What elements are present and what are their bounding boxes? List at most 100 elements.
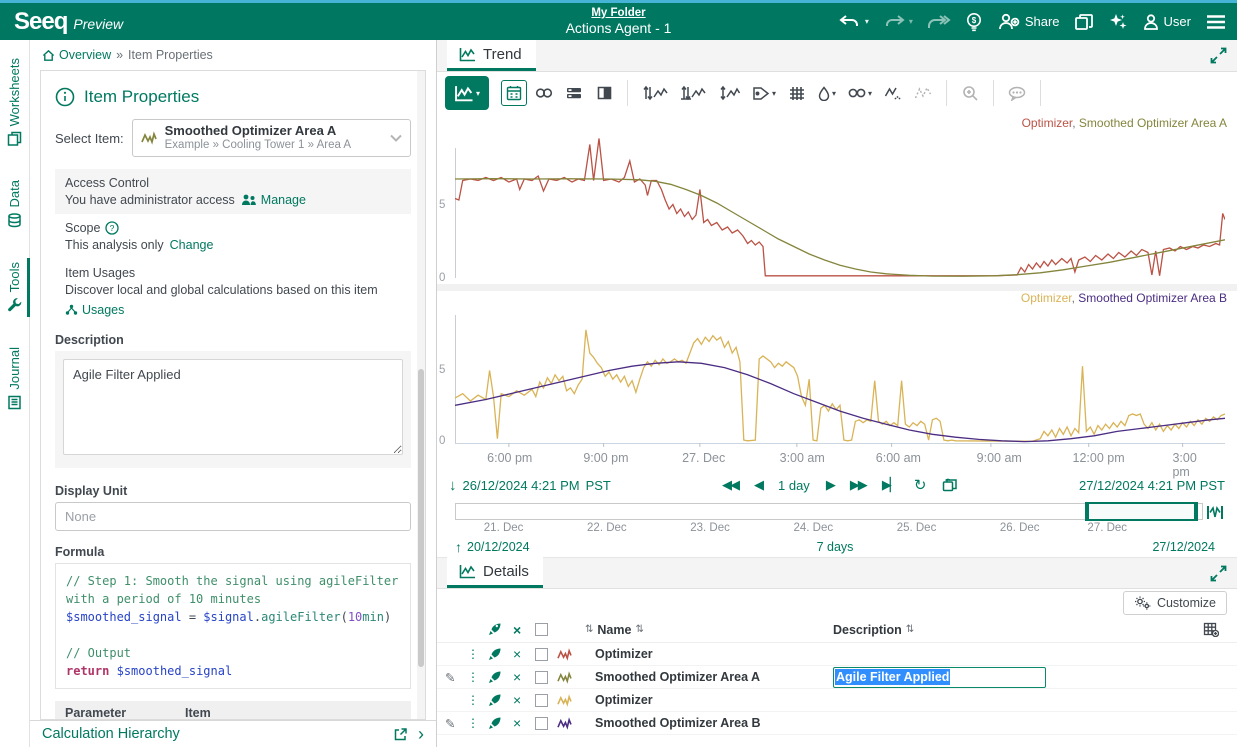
description-edit-input[interactable]: Agile Filter Applied (833, 667, 1046, 688)
name-column-header[interactable]: ⇅ Name ⇅ (581, 623, 648, 637)
table-row[interactable]: ✎ ⋮ × Smoothed Optimizer Area B (437, 712, 1237, 735)
remove-row-icon[interactable]: × (513, 692, 521, 708)
description-textarea[interactable]: Agile Filter Applied (63, 359, 403, 455)
row-menu-icon[interactable]: ⋮ (467, 670, 479, 684)
usages-link[interactable]: Usages (65, 303, 124, 317)
windows-icon[interactable] (1074, 13, 1094, 31)
scope-change-link[interactable]: Change (170, 238, 214, 252)
step-back-fast-button[interactable]: ◀◀ (722, 477, 738, 493)
display-unit-input[interactable] (55, 502, 411, 531)
description-column-header[interactable]: Description ⇅ (833, 623, 918, 637)
send-signal-icon[interactable] (487, 693, 502, 708)
row-menu-icon[interactable]: ⋮ (467, 647, 479, 661)
row-name[interactable]: Optimizer (595, 647, 653, 661)
trend-lane-1[interactable]: Optimizer, Smoothed Optimizer Area A 5 0 (437, 114, 1237, 284)
lane1-plot[interactable] (455, 128, 1225, 283)
seeq-logo[interactable]: Seeq Preview (14, 8, 123, 36)
sort-icon[interactable]: ⇅ (635, 624, 643, 635)
row-menu-icon[interactable]: ⋮ (467, 693, 479, 707)
labels-icon[interactable]: ▾ (748, 80, 780, 106)
open-external-icon[interactable] (393, 727, 408, 742)
forward-icon[interactable] (927, 14, 951, 30)
send-signal-icon[interactable] (487, 670, 502, 685)
legend-item[interactable]: Optimizer (1021, 291, 1072, 305)
expand-hierarchy-chevron[interactable]: › (418, 724, 424, 745)
row-checkbox[interactable] (535, 671, 548, 684)
manage-access-link[interactable]: Manage (241, 193, 306, 207)
hamburger-icon[interactable] (1205, 14, 1227, 30)
help-icon[interactable]: ? (105, 221, 119, 235)
row-name[interactable]: Smoothed Optimizer Area B (595, 716, 761, 730)
sparkles-icon[interactable] (1108, 12, 1128, 32)
scrubber-selection[interactable] (1085, 502, 1198, 521)
remove-all-icon[interactable]: × (513, 622, 521, 638)
trend-type-button[interactable]: ▾ (445, 76, 489, 110)
investigate-up-icon[interactable]: ↑ (455, 539, 462, 555)
breadcrumb-folder-link[interactable]: My Folder (591, 7, 645, 19)
remove-row-icon[interactable]: × (513, 715, 521, 731)
legend-item[interactable]: Smoothed Optimizer Area B (1078, 291, 1227, 305)
range-start[interactable]: 26/12/2024 4:21 PM (463, 478, 580, 493)
range-end-tz[interactable]: PST (1200, 478, 1225, 493)
scrubber-end-date[interactable]: 27/12/2024 (1152, 540, 1215, 554)
refresh-icon[interactable]: ↻ (914, 476, 927, 494)
fit-selection-icon[interactable] (1206, 504, 1224, 521)
lightbulb-dollar-icon[interactable]: $ (965, 12, 983, 32)
expand-details-icon[interactable] (1210, 565, 1227, 582)
step-back-button[interactable]: ◀ (754, 477, 762, 493)
send-signal-icon[interactable] (487, 622, 502, 637)
y-axis-one-lane-icon[interactable] (676, 80, 710, 106)
scrubber-track[interactable] (455, 503, 1203, 520)
sidebar-item-data[interactable]: Data (0, 176, 30, 231)
zoom-in-icon[interactable] (957, 80, 983, 106)
edit-pencil-icon[interactable]: ✎ (445, 716, 459, 731)
step-forward-button[interactable]: ▶ (826, 477, 834, 493)
row-name[interactable]: Smoothed Optimizer Area A (595, 670, 760, 684)
cursors-icon[interactable]: ▾ (844, 80, 876, 106)
send-signal-icon[interactable] (487, 647, 502, 662)
customize-button[interactable]: Customize (1123, 591, 1227, 615)
compare-icon[interactable] (591, 80, 617, 106)
redo-icon[interactable]: ▾ (883, 14, 913, 30)
row-checkbox[interactable] (535, 717, 548, 730)
select-all-checkbox[interactable] (535, 623, 548, 636)
row-name[interactable]: Optimizer (595, 693, 653, 707)
legend-item[interactable]: Smoothed Optimizer Area A (1079, 116, 1227, 130)
samples-icon[interactable] (880, 80, 906, 106)
calculation-hierarchy-bar[interactable]: Calculation Hierarchy › (30, 720, 436, 747)
undo-icon[interactable]: ▾ (839, 14, 869, 30)
chain-icon[interactable] (531, 80, 557, 106)
y-axis-zoom-icon[interactable] (714, 80, 744, 106)
spikecatcher-icon[interactable] (910, 80, 936, 106)
table-row[interactable]: ⋮ × Optimizer (437, 689, 1237, 712)
tab-details[interactable]: Details (447, 557, 543, 588)
gridlines-icon[interactable] (784, 80, 810, 106)
legend-item[interactable]: Optimizer (1022, 116, 1073, 130)
send-signal-icon[interactable] (487, 716, 502, 731)
time-axis[interactable]: 6:00 pm 9:00 pm 27. Dec 3:00 am 6:00 am … (455, 447, 1237, 471)
table-row[interactable]: ✎ ⋮ × Smoothed Optimizer Area A Agile Fi… (437, 666, 1237, 689)
dimming-icon[interactable]: ▾ (814, 80, 840, 106)
expand-trend-icon[interactable] (1210, 47, 1227, 64)
row-checkbox[interactable] (535, 694, 548, 707)
redo-caret-icon[interactable]: ▾ (909, 17, 913, 26)
row-menu-icon[interactable]: ⋮ (467, 716, 479, 730)
capsule-time-icon[interactable] (501, 80, 527, 106)
formula-editor[interactable]: // Step 1: Smooth the signal using agile… (55, 563, 411, 689)
step-forward-fast-button[interactable]: ▶▶ (850, 477, 866, 493)
undo-caret-icon[interactable]: ▾ (865, 17, 869, 26)
user-menu[interactable]: User (1142, 13, 1191, 31)
lane2-plot[interactable] (455, 305, 1225, 447)
step-to-end-button[interactable]: ▶▏ (882, 477, 898, 493)
add-column-icon[interactable] (1203, 622, 1219, 637)
range-end[interactable]: 27/12/2024 4:21 PM (1079, 478, 1196, 493)
table-row[interactable]: ⋮ × Optimizer (437, 643, 1237, 666)
investigate-down-icon[interactable]: ↓ (449, 477, 457, 494)
sort-icon[interactable]: ⇅ (585, 624, 593, 635)
sort-icon[interactable]: ⇅ (906, 624, 914, 635)
range-start-tz[interactable]: PST (586, 478, 611, 493)
annotate-icon[interactable] (1004, 80, 1030, 106)
copy-range-icon[interactable] (942, 478, 958, 492)
scrubber-duration[interactable]: 7 days (817, 540, 854, 554)
range-step-label[interactable]: 1 day (778, 478, 810, 493)
